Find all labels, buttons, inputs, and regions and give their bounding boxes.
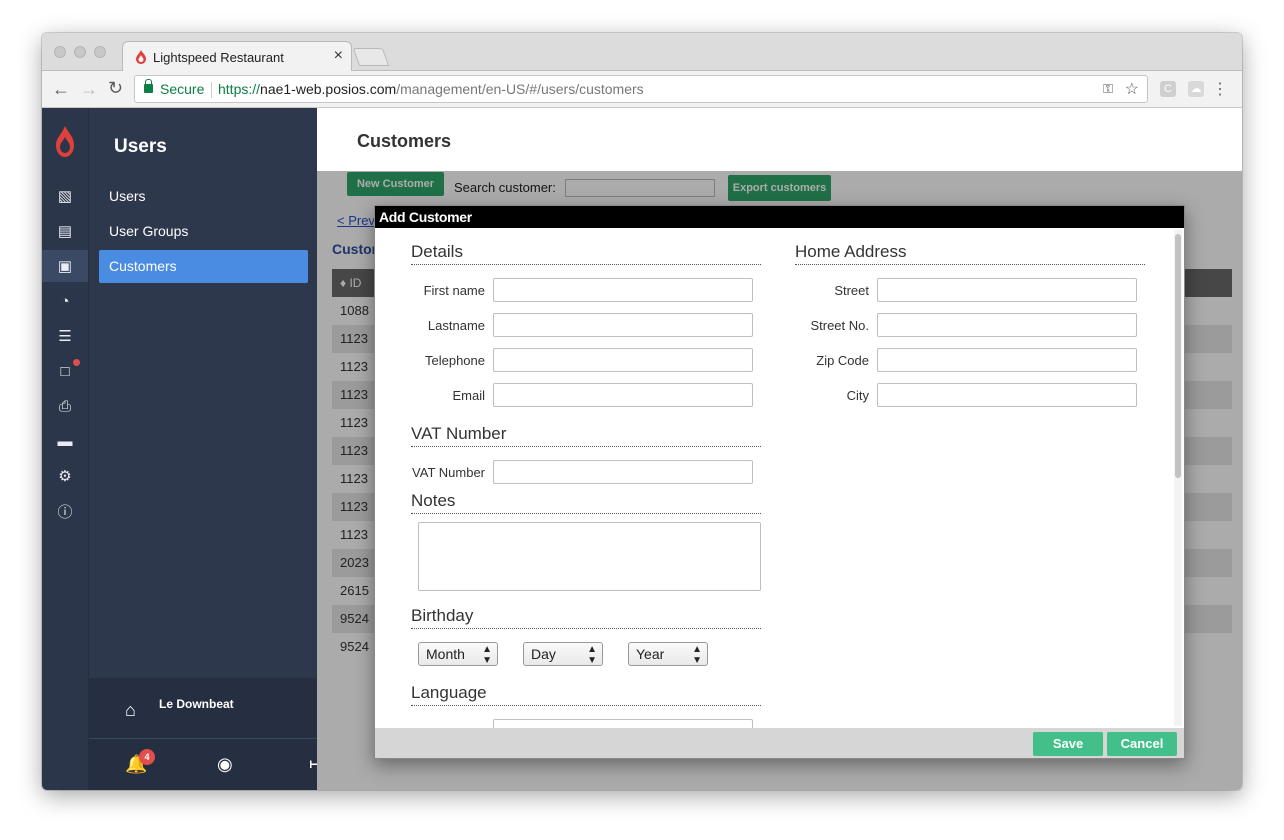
settings-gear-icon[interactable]: ⚙ bbox=[42, 460, 88, 492]
browser-toolbar: ← → ↻ Secure https://nae1-web.posios.com… bbox=[42, 71, 1242, 108]
app-root: ▧ ▤ ▣ ◔ ☰ □ ⎙ ▬ ⚙ ⓘ Users Users User Gro… bbox=[42, 108, 1242, 790]
reload-icon[interactable]: ↻ bbox=[108, 78, 123, 99]
sidebar-item-users[interactable]: Users bbox=[99, 180, 308, 213]
lock-icon bbox=[144, 79, 153, 93]
users-card-icon[interactable]: ▣ bbox=[42, 250, 88, 282]
year-select-value: Year bbox=[636, 646, 665, 662]
vat-section-title: VAT Number bbox=[411, 424, 761, 447]
lastname-field[interactable] bbox=[493, 313, 753, 337]
birthday-day-select[interactable]: Day ▲ ▼ bbox=[523, 642, 603, 666]
save-button[interactable]: Save bbox=[1033, 732, 1103, 756]
dialog-body: Details First name Lastname Telephone Em… bbox=[375, 228, 1170, 728]
day-select-value: Day bbox=[531, 646, 556, 662]
birthday-month-select[interactable]: Month ▲ ▼ bbox=[418, 642, 498, 666]
url-path: /management/en-US/#/users/customers bbox=[396, 81, 644, 97]
street-no-label: Street No. bbox=[810, 318, 869, 333]
birthday-section-title: Birthday bbox=[411, 606, 761, 629]
back-arrow-icon[interactable]: ← bbox=[52, 79, 70, 100]
alert-dot bbox=[73, 359, 80, 366]
layers-icon[interactable]: ☰ bbox=[42, 320, 88, 352]
notes-textarea[interactable] bbox=[418, 522, 761, 591]
select-arrows-icon: ▲ ▼ bbox=[482, 644, 492, 666]
omnibox-divider bbox=[211, 82, 212, 98]
lightspeed-logo-icon[interactable] bbox=[55, 126, 75, 158]
extension-cloud-icon[interactable]: ☁ bbox=[1188, 81, 1204, 97]
email-label: Email bbox=[452, 388, 485, 403]
sidebar-item-customers[interactable]: Customers bbox=[99, 250, 308, 283]
cancel-button[interactable]: Cancel bbox=[1107, 732, 1177, 756]
city-label: City bbox=[846, 388, 869, 403]
lastname-label: Lastname bbox=[427, 318, 485, 333]
minimize-window-button[interactable] bbox=[74, 46, 86, 58]
sidebar-item-user-groups[interactable]: User Groups bbox=[99, 215, 308, 248]
secure-label: Secure bbox=[160, 81, 205, 97]
select-arrows-icon: ▲ ▼ bbox=[692, 644, 702, 666]
new-tab-button[interactable] bbox=[352, 48, 390, 66]
street-no-field[interactable] bbox=[877, 313, 1137, 337]
main-content: Customers New Customer Search customer: … bbox=[317, 108, 1242, 790]
dialog-scrollbar[interactable] bbox=[1174, 230, 1182, 726]
add-customer-dialog: Add Customer Details First name Lastname… bbox=[374, 205, 1185, 759]
notes-section-title: Notes bbox=[411, 491, 761, 514]
devices-icon[interactable]: □ bbox=[42, 355, 88, 387]
street-field[interactable] bbox=[877, 278, 1137, 302]
zip-code-field[interactable] bbox=[877, 348, 1137, 372]
tab-bar: Lightspeed Restaurant × bbox=[42, 33, 1242, 72]
first-name-label: First name bbox=[423, 283, 485, 298]
key-icon[interactable]: ⚿ bbox=[1103, 81, 1113, 97]
city-field[interactable] bbox=[877, 383, 1137, 407]
payments-icon[interactable]: ▬ bbox=[42, 425, 88, 457]
lightspeed-flame-icon bbox=[136, 50, 146, 64]
store-icon: ⌂ bbox=[125, 700, 136, 720]
browser-tab[interactable]: Lightspeed Restaurant × bbox=[122, 41, 352, 72]
url-text[interactable]: https://nae1-web.posios.com/management/e… bbox=[218, 81, 644, 97]
month-select-value: Month bbox=[426, 646, 465, 662]
bookmark-star-icon[interactable]: ☆ bbox=[1125, 79, 1139, 99]
zip-code-label: Zip Code bbox=[816, 353, 869, 368]
browser-menu-icon[interactable]: ⋮ bbox=[1212, 79, 1228, 99]
telephone-field[interactable] bbox=[493, 348, 753, 372]
scrollbar-thumb[interactable] bbox=[1175, 234, 1181, 478]
dialog-footer: Save Cancel bbox=[375, 728, 1184, 758]
venue-name[interactable]: Le Downbeat bbox=[159, 697, 234, 711]
email-field[interactable] bbox=[493, 383, 753, 407]
tab-title: Lightspeed Restaurant bbox=[153, 50, 284, 65]
sidebar-heading: Users bbox=[114, 136, 167, 157]
url-host: nae1-web.posios.com bbox=[260, 81, 397, 97]
page-header: Customers bbox=[317, 108, 1242, 171]
vat-number-label: VAT Number bbox=[412, 465, 485, 480]
address-bar[interactable]: Secure https://nae1-web.posios.com/manag… bbox=[134, 75, 1148, 103]
dialog-title: Add Customer bbox=[375, 206, 1184, 228]
birthday-year-select[interactable]: Year ▲ ▼ bbox=[628, 642, 708, 666]
customers-content: New Customer Search customer: Export cus… bbox=[317, 171, 1242, 790]
forward-arrow-icon[interactable]: → bbox=[80, 79, 98, 100]
url-scheme: https:// bbox=[218, 81, 261, 97]
menu-search-icon[interactable]: ◔ bbox=[42, 285, 88, 317]
street-label: Street bbox=[834, 283, 869, 298]
notification-badge: 4 bbox=[139, 749, 155, 765]
close-tab-icon[interactable]: × bbox=[334, 47, 343, 65]
clipboard-icon[interactable]: ▤ bbox=[42, 215, 88, 247]
icon-rail: ▧ ▤ ▣ ◔ ☰ □ ⎙ ▬ ⚙ ⓘ bbox=[42, 108, 88, 790]
zoom-window-button[interactable] bbox=[94, 46, 106, 58]
vat-number-field[interactable] bbox=[493, 460, 753, 484]
sidebar: Users Users User Groups Customers ⌂ Le D… bbox=[88, 108, 364, 790]
language-field[interactable] bbox=[493, 719, 753, 728]
extension-c-icon[interactable]: C bbox=[1160, 81, 1176, 97]
account-icon[interactable]: ◉ bbox=[217, 754, 233, 775]
printer-icon[interactable]: ⎙ bbox=[42, 390, 88, 422]
home-address-section-title: Home Address bbox=[795, 242, 1145, 265]
reports-icon[interactable]: ▧ bbox=[42, 180, 88, 212]
browser-window: Lightspeed Restaurant × ← → ↻ Secure htt… bbox=[42, 33, 1242, 790]
page-title: Customers bbox=[357, 131, 452, 151]
details-section-title: Details bbox=[411, 242, 761, 265]
telephone-label: Telephone bbox=[425, 353, 485, 368]
first-name-field[interactable] bbox=[493, 278, 753, 302]
select-arrows-icon: ▲ ▼ bbox=[587, 644, 597, 666]
help-icon[interactable]: ⓘ bbox=[42, 495, 88, 527]
language-section-title: Language bbox=[411, 683, 761, 706]
close-window-button[interactable] bbox=[54, 46, 66, 58]
